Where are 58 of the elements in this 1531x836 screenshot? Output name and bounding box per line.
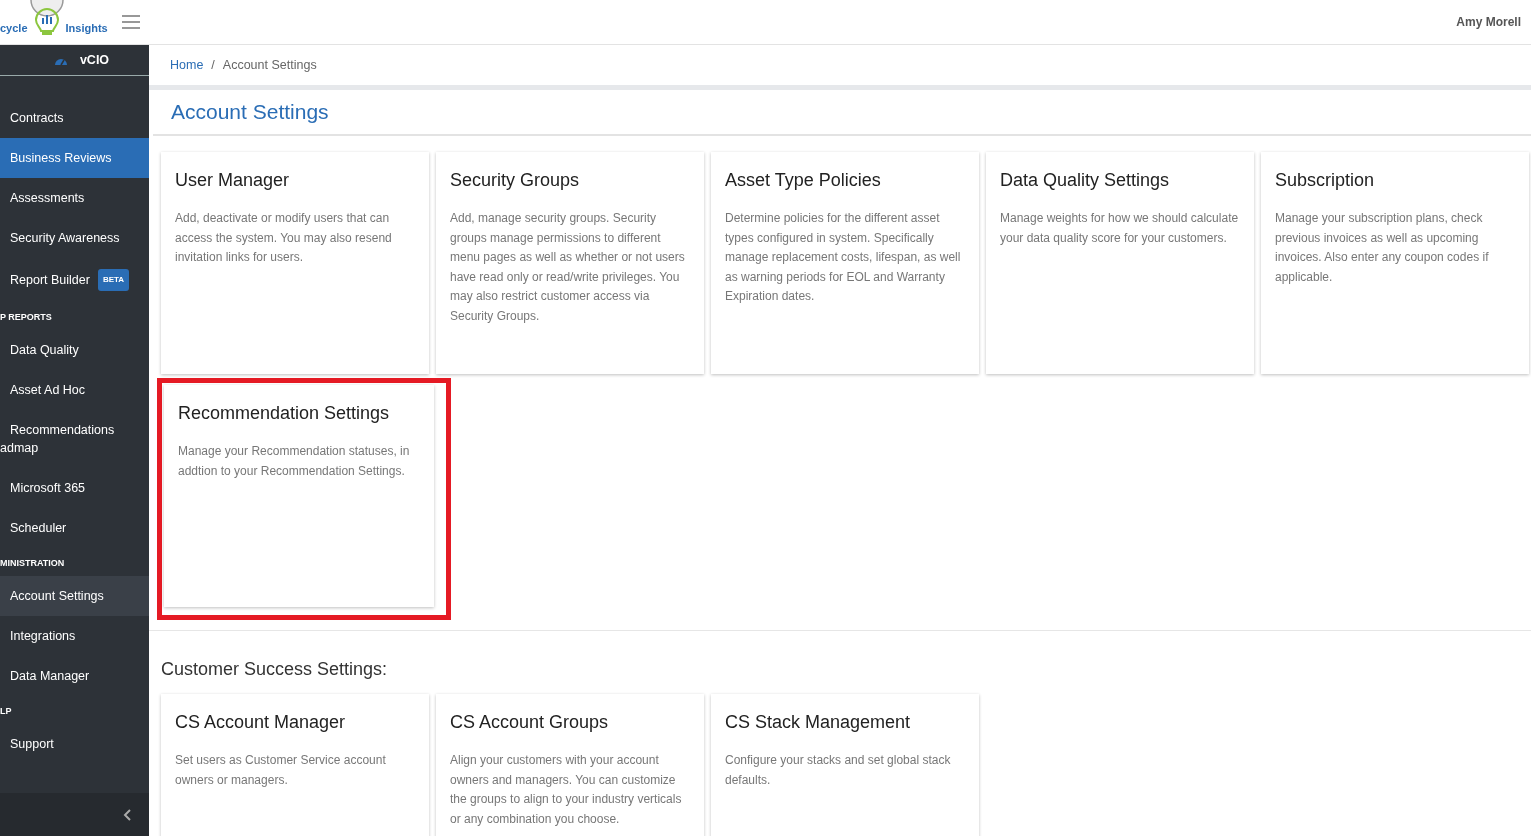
card-description: Determine policies for the different asset types configured in system. Specifically manage replacement costs, lifespan, as well as warning periods for EOL and Warranty Expiration dates. [725,210,962,306]
card-title: User Manager [175,170,291,191]
card-description: Add, manage security groups. Security groups manage permissions to different menu pages as well as whether or not users have read only or read/write privileges. You may also restrict customer access via Security Groups. [450,210,686,325]
module-name: vCIO [79,53,110,67]
sidebar-item[interactable]: Business Reviews [0,138,149,178]
breadcrumb-separator: / [211,58,215,72]
card-title: CS Account Manager [175,712,347,733]
sidebar-item[interactable]: Report Builder BETA [0,258,149,302]
card-description: Manage weights for how we should calculate your data quality score for your customers. [1000,210,1240,247]
sidebar-item[interactable]: Data Quality [0,330,149,370]
section-header: MINISTRATION [0,557,66,570]
card-title: Data Quality Settings [1000,170,1171,191]
card-description: Configure your stacks and set global stack defaults. [725,752,952,789]
sidebar-item[interactable]: Support [0,724,149,764]
user-name[interactable]: Amy Morell [1456,15,1521,29]
card-title: Subscription [1275,170,1376,191]
settings-card[interactable] [711,152,979,374]
sidebar-item[interactable]: Asset Ad Hoc [0,370,149,410]
settings-card[interactable]: CS Stack Management Configure your stacks and set global stack defaults. [711,694,979,836]
page-title: Account Settings [171,100,329,124]
settings-card[interactable]: Recommendation Settings Manage your Recommendation statuses, in addtion to your Recommendation Settings. [164,385,434,607]
card-description: Add, deactivate or modify users that can access the system. You may also resend invitation links for users. [175,210,393,267]
settings-card[interactable]: Data Quality Settings Manage weights for how we should calculate your data quality score for your customers. [986,152,1254,374]
card-description: Align your customers with your account owners and managers. You can customize the groups to align to your industry verticals or any combination you choose. [450,752,683,828]
card-description: Manage your Recommendation statuses, in addtion to your Recommendation Settings. [178,443,411,480]
breadcrumb-link[interactable]: Home [170,58,204,72]
card-description: Set users as Customer Service account owners or managers. [175,752,387,789]
settings-card[interactable]: CS Account Manager Set users as Customer Service account owners or managers. [161,694,429,836]
settings-card[interactable]: CS Account Groups Align your customers with your account owners and managers. You can customize the groups to align to your industry verticals or any combination you choose. [436,694,704,836]
sidebar-item[interactable]: Scheduler [0,508,149,548]
chevron-left-icon[interactable] [123,809,131,821]
card-title: Security Groups [450,170,581,191]
breadcrumb-current: Account Settings [222,58,317,72]
sidebar-item[interactable]: Account Settings [0,576,149,616]
logo-text: cycle [0,22,28,36]
section-header: P REPORTS [0,311,53,324]
card-title: Asset Type Policies [725,170,882,191]
card-title: Recommendation Settings [178,403,391,424]
settings-card[interactable]: User Manager Add, deactivate or modify users that can access the system. You may also resend invitation links for users. [161,152,429,374]
sidebar-item[interactable]: Security Awareness [0,218,149,258]
settings-card[interactable]: Subscription Manage your subscription plans, check previous invoices as well as upcoming invoices. Also enter any coupon codes if applicable. [1261,152,1529,374]
section-heading: Customer Success Settings: [161,659,389,680]
sidebar-item[interactable]: Integrations [0,616,149,656]
card-description: Manage your subscription plans, check previous invoices as well as upcoming invoices. Also enter any coupon codes if applicable. [1275,210,1490,286]
card-title: CS Stack Management [725,712,912,733]
sidebar-item[interactable]: Recommendations admap [0,410,149,468]
settings-card[interactable] [436,152,704,374]
logo[interactable]: cycle Insights [0,0,112,44]
sidebar-item[interactable]: Microsoft 365 [0,468,149,508]
logo-text: Insights [65,22,108,36]
module-header[interactable]: vCIO [0,45,149,76]
beta-badge: BETA [97,269,130,291]
card-title: CS Account Groups [450,712,610,733]
sidebar-item[interactable]: Data Manager [0,656,149,696]
sidebar-item[interactable]: Assessments [0,178,149,218]
menu-icon[interactable] [122,15,140,29]
sidebar-item[interactable]: Contracts [0,98,149,138]
section-header: LP [0,705,13,718]
